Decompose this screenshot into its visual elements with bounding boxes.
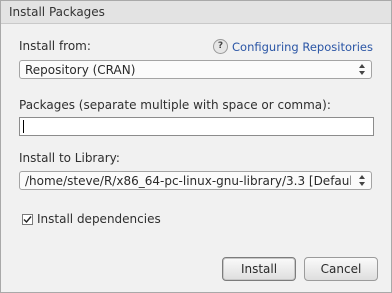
dialog-title: Install Packages — [9, 5, 105, 19]
configuring-repositories-label[interactable]: Configuring Repositories — [232, 40, 373, 54]
install-from-value: Repository (CRAN) — [25, 63, 136, 77]
packages-label: Packages (separate multiple with space o… — [19, 98, 331, 112]
install-dependencies-checkbox[interactable] — [22, 213, 33, 225]
configuring-repositories-link[interactable]: ? Configuring Repositories — [213, 39, 373, 54]
up-down-arrows-icon — [359, 175, 365, 186]
install-to-library-select[interactable]: /home/steve/R/x86_64-pc-linux-gnu-librar… — [19, 171, 372, 190]
up-down-arrows-icon — [359, 64, 365, 75]
cancel-button[interactable]: Cancel — [304, 257, 378, 281]
install-from-select[interactable]: Repository (CRAN) — [19, 60, 372, 79]
install-from-label: Install from: — [19, 39, 91, 53]
help-icon[interactable]: ? — [213, 39, 229, 54]
checkmark-icon — [23, 215, 32, 223]
install-dependencies-row[interactable]: Install dependencies — [22, 212, 161, 226]
install-to-library-value: /home/steve/R/x86_64-pc-linux-gnu-librar… — [25, 174, 351, 188]
install-dependencies-label[interactable]: Install dependencies — [37, 212, 161, 226]
install-packages-dialog: Install Packages Install from: ? Configu… — [0, 0, 392, 293]
install-to-library-label: Install to Library: — [19, 151, 120, 165]
text-caret — [23, 120, 24, 133]
titlebar: Install Packages — [1, 1, 391, 24]
packages-input[interactable] — [19, 117, 374, 136]
install-button[interactable]: Install — [222, 257, 296, 281]
